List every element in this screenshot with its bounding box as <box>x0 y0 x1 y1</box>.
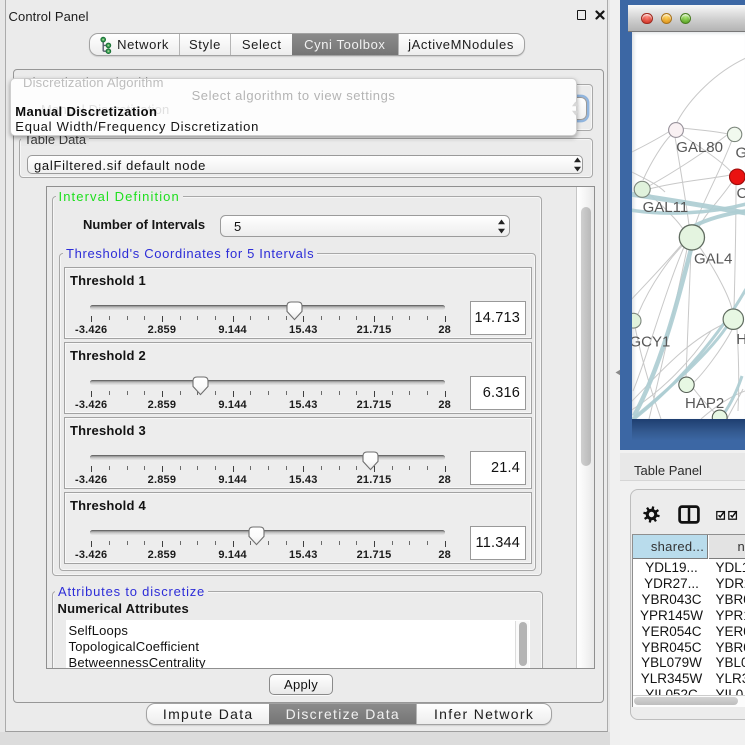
svg-text:GCY1: GCY1 <box>632 334 670 351</box>
svg-text:GA: GA <box>736 145 745 162</box>
svg-text:GAL4: GAL4 <box>694 251 732 268</box>
svg-text:H: H <box>736 331 745 348</box>
svg-text:C: C <box>737 185 745 202</box>
svg-text:GAL80: GAL80 <box>676 139 723 156</box>
svg-text:GAL11: GAL11 <box>643 199 689 216</box>
svg-text:HAP2: HAP2 <box>685 395 724 412</box>
